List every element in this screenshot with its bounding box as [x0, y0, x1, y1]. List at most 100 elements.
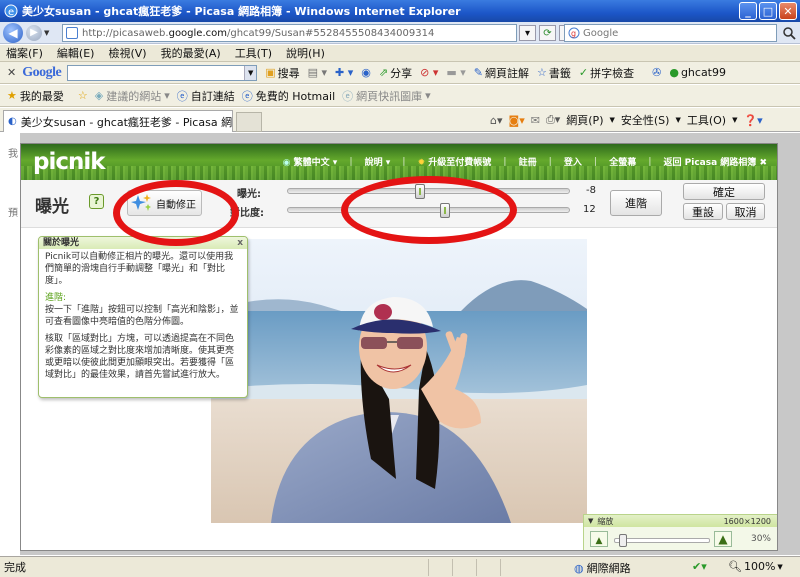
- security-zone[interactable]: ◍ 網際網路: [574, 560, 631, 576]
- help-paragraph-2: 按一下「進階」按鈕可以控制「高光和陰影」，並可查看圖像中亮暗值的色階分佈圖。: [45, 305, 239, 327]
- zoom-in-mountain-icon[interactable]: ▲: [714, 531, 732, 547]
- tab-row: ◐ 美少女susan - ghcat瘋狂老爹 - Picasa 網路相簿 ⌂▾ …: [0, 108, 800, 132]
- maximize-button[interactable]: □: [759, 2, 777, 20]
- address-bar: ◀ ▶ ▼ http://picasaweb. google.com/ghcat9…: [0, 22, 800, 44]
- toolbar-block-icon[interactable]: ⊘ ▾: [420, 66, 438, 79]
- toolbar-share-button[interactable]: ⇗ 分享: [379, 65, 412, 81]
- picnik-logo: picnik: [33, 149, 106, 175]
- annotation-circle-sliders: [341, 176, 517, 244]
- tool-title: 曝光: [35, 197, 69, 217]
- nav-upgrade[interactable]: ✹ 升級至付費帳號: [418, 155, 492, 168]
- toolbar-bar-icon[interactable]: ▬ ▾: [446, 66, 465, 79]
- favorites-button[interactable]: ★ 我的最愛: [7, 88, 64, 104]
- minimize-button[interactable]: _: [739, 2, 757, 20]
- favorite-web-slice-gallery[interactable]: ⓔ 網頁快訊圖庫 ▾: [342, 88, 431, 104]
- ie-icon: e: [4, 4, 18, 18]
- browser-tab[interactable]: ◐ 美少女susan - ghcat瘋狂老爹 - Picasa 網路相簿: [3, 110, 233, 132]
- url-prefix: http://picasaweb.: [82, 27, 169, 39]
- mail-icon[interactable]: ✉: [531, 114, 540, 127]
- menu-help[interactable]: 說明(H): [286, 45, 325, 61]
- nav-back-to-picasa[interactable]: 返回 Picasa 網路相簿 ✖: [664, 155, 767, 168]
- zoom-slider[interactable]: [614, 534, 710, 547]
- image-dimensions: 1600×1200: [723, 516, 771, 526]
- search-button-icon[interactable]: [781, 25, 797, 41]
- zoom-out-mountain-icon[interactable]: ▲: [590, 531, 608, 547]
- reset-button[interactable]: 重設: [683, 203, 723, 220]
- favorite-hotmail[interactable]: ⓔ 免費的 Hotmail: [242, 88, 335, 104]
- toolbar-notes-button[interactable]: ✎ 網頁註解: [474, 65, 529, 81]
- left-strip: 我 預: [0, 133, 20, 555]
- menu-file[interactable]: 檔案(F): [6, 45, 43, 61]
- sun-icon: ✹: [417, 158, 426, 168]
- cancel-button[interactable]: 取消: [726, 203, 765, 220]
- toolbar-close-icon[interactable]: ✕: [7, 66, 16, 79]
- new-tab-button[interactable]: [236, 112, 262, 132]
- toolbar-bookmarks-button[interactable]: ☆ 書籤: [537, 65, 571, 81]
- menu-edit[interactable]: 編輯(E): [57, 45, 95, 61]
- edited-photo[interactable]: [211, 239, 587, 523]
- menu-favorites[interactable]: 我的最愛(A): [161, 45, 221, 61]
- advanced-button[interactable]: 進階: [610, 190, 662, 216]
- add-favorite-icon[interactable]: ☆: [78, 89, 88, 102]
- close-icon: ✖: [759, 158, 767, 168]
- favorite-custom-links[interactable]: ⓔ 自訂連結: [177, 88, 235, 104]
- ok-button[interactable]: 確定: [683, 183, 765, 200]
- protected-mode-icon[interactable]: ✔▾: [692, 560, 707, 573]
- ie-page-icon: ⓔ: [176, 89, 188, 103]
- google-search-icon: g: [568, 27, 580, 39]
- toolbar-user-button[interactable]: ● ghcat99: [669, 66, 726, 79]
- back-button[interactable]: ◀: [3, 22, 23, 43]
- favorites-bar: ★ 我的最愛 ☆ ◈ 建議的網站 ▾ ⓔ 自訂連結 ⓔ 免費的 Hotmail ⓔ 網頁快訊…: [0, 85, 800, 107]
- help-paragraph-3: 核取「區域對比」方塊，可以透過提高在不同色彩像素的區域之對比度來增加清晰度。使其…: [45, 334, 235, 380]
- ie-page-icon: ⓔ: [342, 89, 354, 103]
- help-icon[interactable]: ❓▾: [743, 114, 762, 127]
- home-icon[interactable]: ⌂▾: [490, 114, 503, 127]
- help-advanced-heading: 進階:: [45, 293, 67, 303]
- menu-view[interactable]: 檢視(V): [108, 45, 146, 61]
- search-icon: ▣: [265, 66, 276, 79]
- forward-button[interactable]: ▶: [26, 24, 42, 41]
- nav-help[interactable]: 說明 ▾: [365, 155, 391, 168]
- toolbar-search-button[interactable]: ▣ 搜尋: [265, 65, 299, 81]
- chevron-down-icon[interactable]: ▼: [244, 65, 257, 80]
- page-menu[interactable]: 網頁(P): [566, 112, 603, 128]
- tools-menu[interactable]: 工具(O): [687, 112, 726, 128]
- favorites-star-icon: ★: [7, 89, 17, 102]
- url-suffix: /ghcat99/Susan#5528455508434009314: [227, 27, 435, 39]
- favorite-suggested-sites[interactable]: ◈ 建議的網站 ▾: [95, 88, 170, 104]
- contrast-value: 12: [583, 204, 596, 215]
- zoom-collapse-icon[interactable]: ▼: [588, 517, 593, 525]
- zoom-level[interactable]: 🔍︎ 100% ▼: [728, 560, 783, 573]
- refresh-icon[interactable]: ⟳: [539, 25, 556, 41]
- star-icon: ☆: [537, 66, 547, 79]
- url-field[interactable]: http://picasaweb. google.com/ghcat99/Susa…: [62, 24, 517, 42]
- safety-menu[interactable]: 安全性(S): [621, 112, 670, 128]
- exposure-help-box: 關於曝光 x Picnik可以自動修正相片的曝光。還可以使用我們簡單的滑塊自行手動…: [38, 236, 248, 398]
- rss-icon[interactable]: ◙▾: [509, 114, 525, 127]
- toolbar-wrench-icon[interactable]: ✇: [652, 66, 661, 79]
- history-dropdown-icon[interactable]: ▼: [44, 29, 49, 37]
- nav-login[interactable]: 登入: [564, 155, 582, 168]
- menu-tools[interactable]: 工具(T): [235, 45, 272, 61]
- nav-language[interactable]: ◉ 繁體中文 ▾: [283, 155, 338, 168]
- nav-fullscreen[interactable]: 全螢幕: [609, 155, 636, 168]
- toolbar-globe-icon[interactable]: ◉: [361, 66, 371, 79]
- toolbar-page-icon[interactable]: ▤ ▾: [308, 66, 327, 79]
- exposure-value: -8: [586, 185, 596, 196]
- tool-help-button[interactable]: ?: [89, 194, 104, 209]
- zoom-slider-thumb[interactable]: [619, 534, 627, 547]
- search-input[interactable]: g Google: [564, 24, 777, 42]
- status-text: 完成: [4, 561, 26, 574]
- address-dropdown-icon[interactable]: ▾: [519, 25, 536, 41]
- print-icon[interactable]: ⎙▾: [546, 113, 560, 127]
- help-box-close-icon[interactable]: x: [237, 237, 243, 249]
- help-paragraph-1: Picnik可以自動修正相片的曝光。還可以使用我們簡單的滑塊自行手動調整「曝光」…: [45, 252, 234, 286]
- svg-text:g: g: [571, 29, 576, 38]
- picnik-header: picnik ◉ 繁體中文 ▾ | 說明 ▾ | ✹ 升級至付費帳號 | 註冊 …: [21, 144, 777, 180]
- nav-register[interactable]: 註冊: [519, 155, 537, 168]
- google-toolbar-search-input[interactable]: ▼: [67, 64, 258, 81]
- close-button[interactable]: ✕: [779, 2, 797, 20]
- zoom-label: 縮放: [597, 516, 614, 526]
- toolbar-spellcheck-button[interactable]: ✓ 拼字檢查: [579, 65, 634, 81]
- toolbar-plus-icon[interactable]: ✚ ▾: [335, 66, 353, 79]
